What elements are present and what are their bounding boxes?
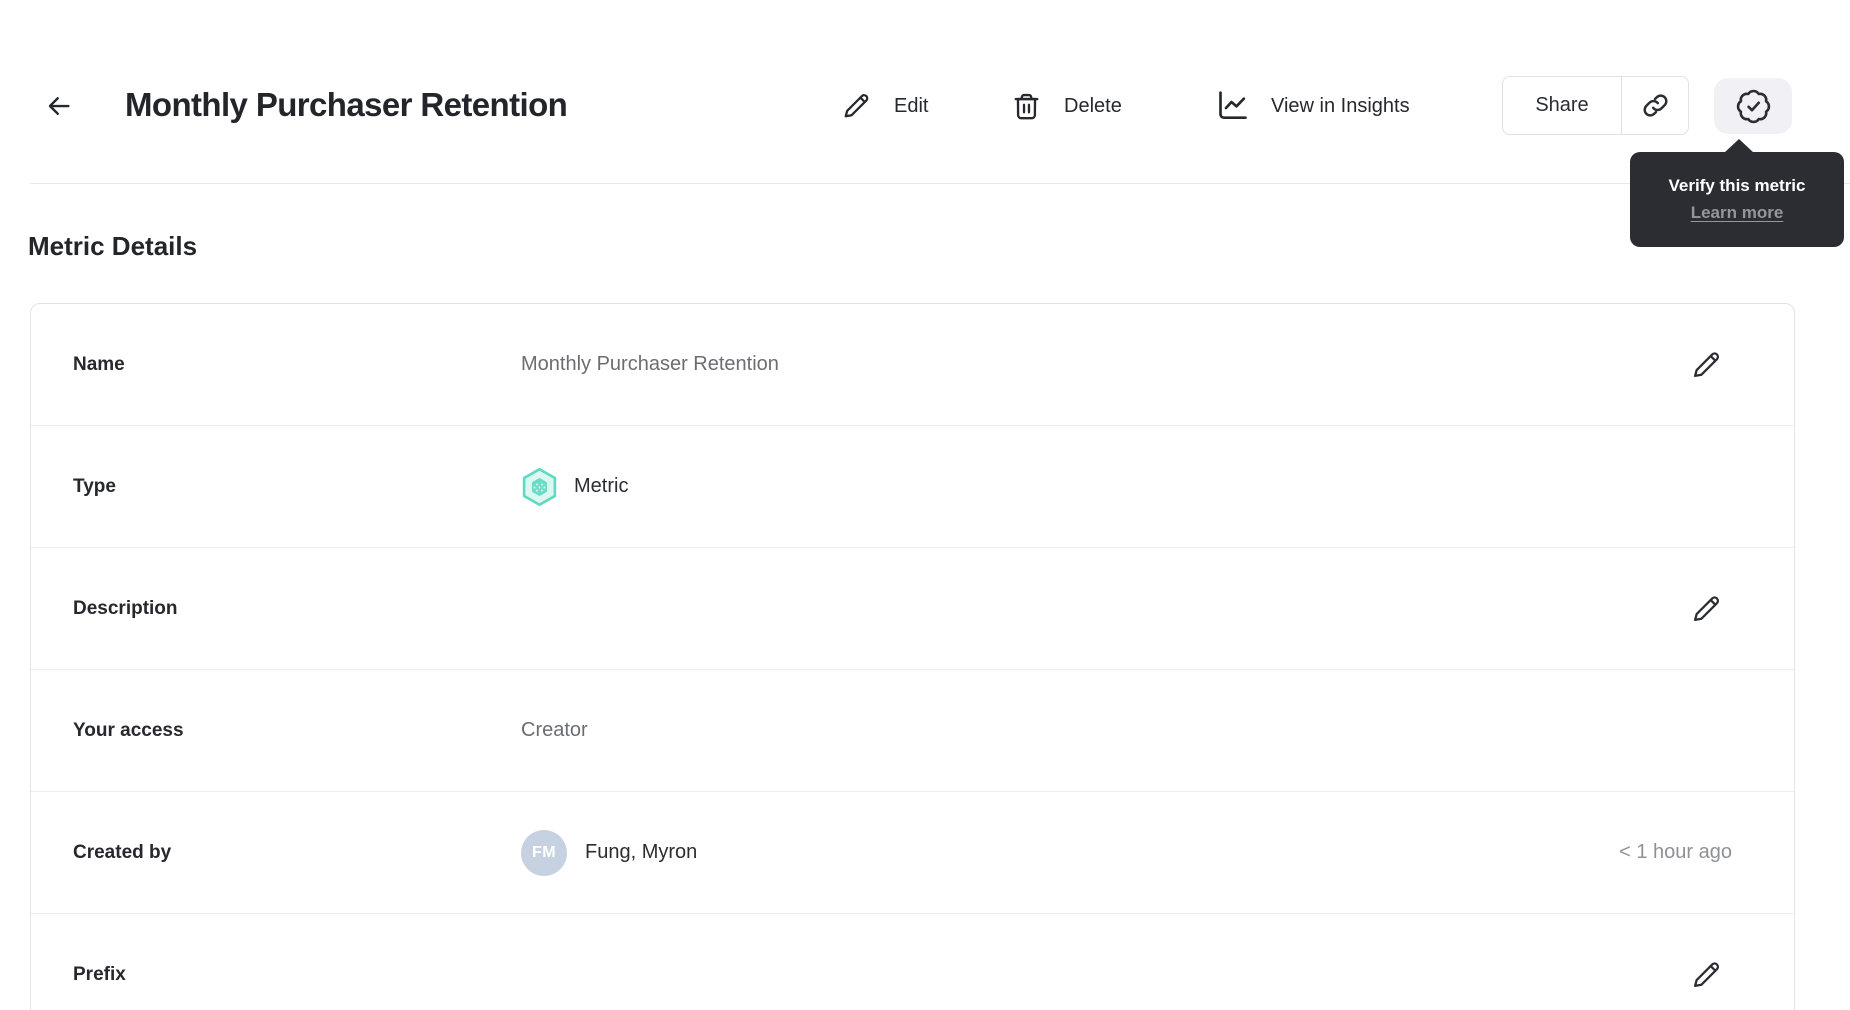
row-label: Created by — [73, 841, 172, 863]
edit-name-button[interactable] — [1682, 341, 1730, 389]
link-icon — [1640, 90, 1671, 121]
share-button-group: Share — [1502, 76, 1689, 135]
metric-type-value: Metric — [574, 475, 629, 497]
table-row-created-by: Created by FM Fung, Myron < 1 hour ago — [31, 792, 1794, 914]
trash-icon — [1010, 90, 1043, 123]
pencil-icon — [1689, 958, 1723, 992]
verified-badge-icon — [1735, 88, 1772, 125]
delete-label: Delete — [1064, 94, 1122, 117]
edit-label: Edit — [894, 94, 929, 117]
back-button[interactable] — [42, 89, 76, 123]
table-row-name: Name Monthly Purchaser Retention — [31, 304, 1794, 426]
page-title: Monthly Purchaser Retention — [125, 86, 568, 123]
avatar: FM — [521, 829, 567, 876]
created-by-value: Fung, Myron — [585, 841, 698, 863]
row-label: Type — [73, 475, 116, 497]
metric-name-value: Monthly Purchaser Retention — [521, 353, 779, 375]
edit-description-button[interactable] — [1682, 585, 1730, 633]
view-in-insights-button[interactable]: View in Insights — [1213, 84, 1410, 128]
table-row-access: Your access Creator — [31, 670, 1794, 792]
table-row-type: Type Metric — [31, 426, 1794, 548]
header-divider — [30, 183, 1850, 184]
pencil-icon — [840, 90, 872, 122]
back-arrow-icon — [44, 91, 74, 121]
row-label: Name — [73, 353, 125, 375]
tooltip-caret — [1724, 139, 1754, 153]
share-button[interactable]: Share — [1502, 76, 1622, 135]
edit-button[interactable]: Edit — [840, 84, 928, 128]
verify-metric-button[interactable] — [1714, 78, 1792, 134]
metric-details-card: Name Monthly Purchaser Retention Type Me… — [30, 303, 1795, 1010]
row-label: Description — [73, 597, 178, 619]
table-row-prefix: Prefix — [31, 914, 1794, 1010]
view-in-insights-label: View in Insights — [1271, 94, 1410, 117]
line-chart-icon — [1213, 86, 1253, 126]
table-row-description: Description — [31, 548, 1794, 670]
metric-details-page: Monthly Purchaser Retention Edit Delete … — [0, 0, 1850, 1010]
copy-link-button[interactable] — [1621, 76, 1689, 135]
access-value: Creator — [521, 719, 588, 741]
metric-hexagon-icon — [521, 467, 558, 507]
row-label: Your access — [73, 719, 184, 741]
pencil-icon — [1689, 592, 1723, 626]
verify-tooltip: Verify this metric Learn more — [1630, 139, 1844, 247]
row-label: Prefix — [73, 964, 126, 985]
edit-prefix-button[interactable] — [1682, 951, 1730, 999]
pencil-icon — [1689, 348, 1723, 382]
section-title: Metric Details — [28, 231, 198, 261]
tooltip-title: Verify this metric — [1668, 176, 1806, 195]
learn-more-link[interactable]: Learn more — [1691, 203, 1784, 223]
delete-button[interactable]: Delete — [1010, 84, 1122, 128]
created-timestamp: < 1 hour ago — [1619, 841, 1732, 863]
share-label: Share — [1535, 94, 1589, 116]
